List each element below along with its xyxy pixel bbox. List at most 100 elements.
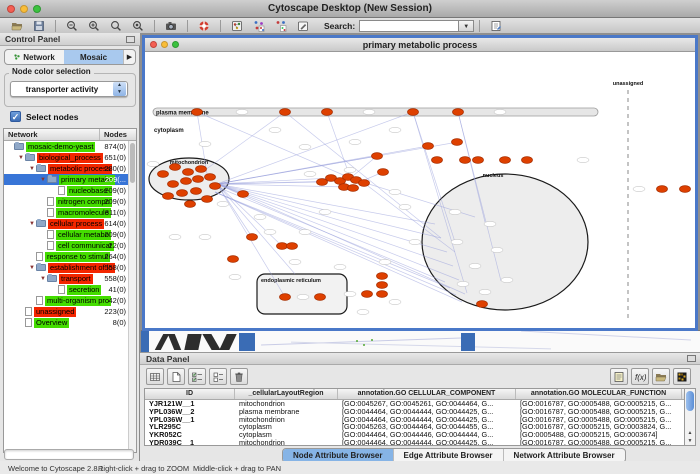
label-node[interactable] <box>363 109 375 114</box>
col-molecular-function[interactable]: annotation.GO MOLECULAR_FUNCTION <box>516 389 682 399</box>
select-attr-button[interactable] <box>188 368 206 385</box>
label-node[interactable] <box>409 239 421 244</box>
scroll-up-icon[interactable]: ▲ <box>686 429 694 437</box>
label-node[interactable] <box>297 294 309 299</box>
gene-node[interactable] <box>377 273 388 280</box>
vizmapper-button[interactable] <box>292 19 314 33</box>
label-node[interactable] <box>451 239 463 244</box>
tree-item-secretion[interactable]: secretion 41(0) <box>4 284 136 295</box>
gene-node[interactable] <box>181 178 192 185</box>
label-node[interactable] <box>344 167 356 172</box>
gene-node[interactable] <box>432 157 443 164</box>
gene-node[interactable] <box>408 109 419 116</box>
expand-arrow-icon[interactable]: ▼ <box>39 177 47 183</box>
label-node[interactable] <box>254 214 266 219</box>
label-node[interactable] <box>169 234 181 239</box>
expand-arrow-icon[interactable]: ▼ <box>17 155 25 161</box>
label-node[interactable] <box>379 259 391 264</box>
label-node[interactable] <box>449 209 461 214</box>
tree-item-cellular-metabo[interactable]: cellular metabo 209(0) <box>4 229 136 240</box>
gene-node[interactable] <box>196 166 207 173</box>
edge[interactable] <box>217 184 435 224</box>
gene-node[interactable] <box>210 183 221 190</box>
label-node[interactable] <box>577 157 589 162</box>
edge[interactable] <box>217 184 348 187</box>
label-node[interactable] <box>633 186 645 191</box>
table-row[interactable]: YDR039C__1 mitochondrion [GO:0044464, GO… <box>145 438 684 446</box>
col-cellular-component[interactable]: annotation.GO CELLULAR_COMPONENT <box>338 389 516 399</box>
overview-button[interactable] <box>226 19 248 33</box>
open-button[interactable] <box>6 19 28 33</box>
label-node[interactable] <box>494 109 506 114</box>
open-folder-button[interactable] <box>652 368 670 385</box>
tab-network[interactable]: Network <box>5 50 64 64</box>
label-node[interactable] <box>217 201 229 206</box>
gene-node[interactable] <box>185 201 196 208</box>
tree-header-nodes[interactable]: Nodes <box>100 129 136 140</box>
gene-node[interactable] <box>423 143 434 150</box>
tree-item-macromolecule[interactable]: macromolecule 311(0) <box>4 207 136 218</box>
annotation-button[interactable] <box>485 19 507 33</box>
table-scrollbar-thumb[interactable] <box>686 391 694 411</box>
save-button[interactable] <box>28 19 50 33</box>
tree-item-metabolic-process[interactable]: ▼ metabolic process 280(0) <box>4 163 136 174</box>
gene-node[interactable] <box>238 191 249 198</box>
gene-node[interactable] <box>228 256 239 263</box>
gene-node[interactable] <box>315 294 326 301</box>
tree-item-cellular-process[interactable]: ▼ cellular process 614(0) <box>4 218 136 229</box>
label-node[interactable] <box>199 141 211 146</box>
network-canvas[interactable]: plasma membrane cytoplasm mitochondrion … <box>145 52 695 328</box>
tree-item-multi-organism-pro[interactable]: multi-organism pro 42(0) <box>4 295 136 306</box>
label-node[interactable] <box>501 277 513 282</box>
tree-scrollbar[interactable] <box>128 141 136 453</box>
gene-node[interactable] <box>158 171 169 178</box>
label-node[interactable] <box>389 127 401 132</box>
tree-item-transport[interactable]: ▼ transport 558(0) <box>4 273 136 284</box>
label-node[interactable] <box>491 247 503 252</box>
expand-arrow-icon[interactable]: ▼ <box>39 276 47 282</box>
tree-item-biological-process[interactable]: ▼ biological_process 651(0) <box>4 152 136 163</box>
layout-spring-button[interactable] <box>248 19 270 33</box>
label-node[interactable] <box>357 309 369 314</box>
gene-node[interactable] <box>657 186 668 193</box>
expand-arrow-icon[interactable]: ▼ <box>28 265 36 271</box>
new-file-button[interactable] <box>167 368 185 385</box>
gene-node[interactable] <box>287 243 298 250</box>
gene-node[interactable] <box>378 169 389 176</box>
zoom-in-button[interactable] <box>83 19 105 33</box>
label-node[interactable] <box>299 144 311 149</box>
gene-node[interactable] <box>473 157 484 164</box>
label-node[interactable] <box>334 264 346 269</box>
node-color-dropdown[interactable]: transporter activity ▲▼ <box>10 81 128 97</box>
tree-item-mosaic-demo-yeast[interactable]: mosaic-demo-yeast 874(0) <box>4 141 136 152</box>
gene-node[interactable] <box>680 186 691 193</box>
snapshot-button[interactable] <box>160 19 182 33</box>
col-region[interactable]: _cellularLayoutRegion <box>235 389 338 399</box>
gene-node[interactable] <box>277 243 288 250</box>
gene-node[interactable] <box>377 291 388 298</box>
tree-item-nucleobase-[interactable]: nucleobase- 209(0) <box>4 185 136 196</box>
matrix-button[interactable] <box>673 368 691 385</box>
label-node[interactable] <box>389 189 401 194</box>
search-dropdown-button[interactable]: ▼ <box>459 20 474 32</box>
expand-arrow-icon[interactable]: ▼ <box>28 221 36 227</box>
gene-node[interactable] <box>322 109 333 116</box>
background-window-strip[interactable] <box>141 330 700 352</box>
tree-item-overview[interactable]: Overview 8(0) <box>4 317 136 328</box>
layout-attribute-button[interactable] <box>270 19 292 33</box>
label-node[interactable] <box>457 281 469 286</box>
zoom-fit-button[interactable] <box>105 19 127 33</box>
tree-item-unassigned[interactable]: unassigned 223(0) <box>4 306 136 317</box>
zoom-selected-button[interactable] <box>127 19 149 33</box>
gene-node[interactable] <box>377 282 388 289</box>
gene-node[interactable] <box>168 181 179 188</box>
tree-header-network[interactable]: Network <box>4 129 100 140</box>
col-id[interactable]: ID <box>145 389 235 399</box>
gene-node[interactable] <box>191 188 202 195</box>
tree-item-nitrogen-compo[interactable]: nitrogen compo 209(0) <box>4 196 136 207</box>
tab-mosaic[interactable]: Mosaic <box>64 50 123 64</box>
gene-node[interactable] <box>202 196 213 203</box>
gene-node[interactable] <box>177 190 188 197</box>
label-node[interactable] <box>399 204 411 209</box>
notepad-button[interactable] <box>610 368 628 385</box>
